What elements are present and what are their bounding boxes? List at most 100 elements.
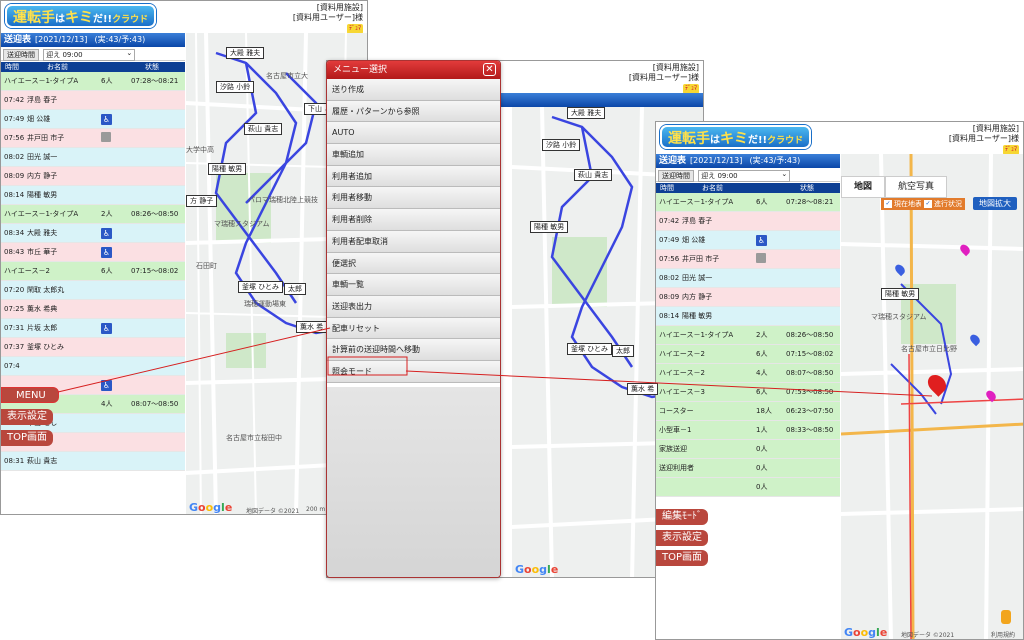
- tab-map[interactable]: 地図: [841, 176, 886, 198]
- table-row[interactable]: 07:42 浮島 春子: [656, 212, 840, 231]
- table-row[interactable]: 送迎利用者 0人: [656, 459, 840, 478]
- map-label-kamatsuka[interactable]: 釜塚 ひとみ: [238, 281, 284, 293]
- user-name: 畑 公雄: [682, 236, 706, 244]
- map-label-oodono[interactable]: 大殿 雅夫: [226, 47, 265, 59]
- current-location-checkbox[interactable]: 現在地表: [881, 198, 925, 210]
- menu-item[interactable]: 便選択: [327, 252, 500, 275]
- table-row[interactable]: 08:09 内方 静子: [656, 288, 840, 307]
- map-zoom-button[interactable]: 地図拡大: [973, 197, 1017, 210]
- display-settings-button[interactable]: 表示設定: [656, 530, 708, 546]
- table-row[interactable]: ハイエース－1-タイプA 2人 08:26〜08:50: [1, 205, 185, 224]
- pickup-time: 08:31: [4, 457, 25, 465]
- table-row[interactable]: 07:37 釜塚 ひとみ: [1, 338, 185, 357]
- table-row[interactable]: 07:4: [1, 357, 185, 376]
- menu-item[interactable]: AUTO: [327, 122, 500, 145]
- menu-item[interactable]: 送り作成: [327, 79, 500, 101]
- menu-item[interactable]: 利用者移動: [327, 187, 500, 210]
- menu-empty-area: [327, 387, 500, 577]
- map-label-shiomi[interactable]: 汐路 小鈴: [542, 139, 581, 151]
- menu-item[interactable]: 利用者配車取消: [327, 230, 500, 253]
- menu-item[interactable]: 車輌追加: [327, 144, 500, 166]
- table-row[interactable]: 07:56 井戸田 市子: [1, 129, 185, 148]
- vehicle-name: ハイエース－2: [659, 369, 705, 377]
- wheelchair-icon: ♿: [101, 322, 112, 334]
- map-label-hagiyama[interactable]: 萩山 貴志: [574, 169, 613, 181]
- table-row[interactable]: 07:31 片坂 太郎 ♿: [1, 319, 185, 338]
- table-row[interactable]: 08:02 田光 誠一: [656, 269, 840, 288]
- table-row[interactable]: 小型車－1 1人 08:33〜08:50: [656, 421, 840, 440]
- menu-item[interactable]: 配車リセット: [327, 317, 500, 340]
- map-label-hiji[interactable]: 陽種 敏男: [530, 221, 569, 233]
- table-row[interactable]: 07:42 浮島 春子: [1, 91, 185, 110]
- table-row[interactable]: 08:43 市丘 華子 ♿: [1, 243, 185, 262]
- menu-item[interactable]: 送迎表出力: [327, 295, 500, 318]
- menu-item[interactable]: 照会モード: [327, 360, 500, 383]
- map-label-hagiyama[interactable]: 萩山 貴志: [244, 123, 283, 135]
- place-label: 名古屋市立日比野: [901, 345, 957, 353]
- map-label-uchikata[interactable]: 方 静子: [186, 195, 218, 207]
- table-row[interactable]: コースター 18人 06:23〜07:50: [656, 402, 840, 421]
- table-row[interactable]: 08:14 陽種 敏男: [1, 186, 185, 205]
- map-label-oodono[interactable]: 大殿 雅夫: [567, 107, 606, 119]
- time-select[interactable]: 迎え 09:00: [43, 48, 136, 61]
- equipment-icon: [101, 132, 111, 142]
- user-name: 陽種 敏男: [682, 312, 713, 320]
- table-row[interactable]: 08:34 大殿 雅夫 ♿: [1, 224, 185, 243]
- table-row[interactable]: 07:49 畑 公雄 ♿: [656, 231, 840, 250]
- time-select[interactable]: 迎え 09:00: [698, 169, 791, 182]
- passenger-count: 6人: [756, 350, 768, 358]
- menu-item[interactable]: 計算前の送迎時間へ移動: [327, 339, 500, 361]
- table-row[interactable]: ハイエース－2 6人 07:15〜08:02: [656, 345, 840, 364]
- table-row[interactable]: ハイエース－1-タイプA 2人 08:26〜08:50: [656, 326, 840, 345]
- table-row[interactable]: 08:09 内方 静子: [1, 167, 185, 186]
- user-name: 萩山 貴志: [27, 457, 58, 465]
- place-label: マ瑞穂スタジアム: [214, 220, 270, 228]
- passenger-count: 2人: [101, 210, 113, 218]
- table-row[interactable]: 07:56 井戸田 市子: [656, 250, 840, 269]
- table-row[interactable]: ハイエース－1-タイプA 6人 07:28〜08:21: [1, 72, 185, 91]
- tab-aerial[interactable]: 航空写真: [885, 176, 948, 198]
- map-label-kunmizu[interactable]: 薫水 希: [627, 383, 659, 395]
- menu-item[interactable]: 車輌一覧: [327, 274, 500, 296]
- top-screen-button[interactable]: TOP画面: [656, 550, 709, 566]
- pickup-time: 07:49: [659, 236, 680, 244]
- top-screen-button[interactable]: TOP画面: [1, 430, 54, 446]
- menu-item[interactable]: 利用者削除: [327, 209, 500, 231]
- user-name: 市丘 華子: [27, 248, 58, 256]
- time-range: 07:15〜08:02: [786, 350, 834, 358]
- table-row[interactable]: 08:31 萩山 貴志: [1, 452, 185, 471]
- menu-item[interactable]: 履歴・パターンから参照: [327, 100, 500, 123]
- table-row[interactable]: 07:49 畑 公雄 ♿: [1, 110, 185, 129]
- table-row[interactable]: ハイエース－2 6人 07:15〜08:02: [1, 262, 185, 281]
- right-map[interactable]: 地図 航空写真 現在地表 進行状況 地図拡大 陽種 敏男 マ瑞穂スタジアム 名古…: [841, 154, 1023, 639]
- table-row[interactable]: ハイエース－1-タイプA 6人 07:28〜08:21: [656, 193, 840, 212]
- table-row[interactable]: 07:25 薫水 希典: [1, 300, 185, 319]
- close-icon[interactable]: ✕: [483, 63, 496, 76]
- map-label-taro[interactable]: 太郎: [284, 283, 306, 295]
- map-terms-link[interactable]: 利用規約: [991, 630, 1015, 639]
- map-label-shiomi[interactable]: 汐路 小鈴: [216, 81, 255, 93]
- table-row[interactable]: 0人: [656, 478, 840, 497]
- menu-button[interactable]: MENU: [1, 387, 59, 403]
- map-label-hiji[interactable]: 陽種 敏男: [208, 163, 247, 175]
- time-range: 07:15〜08:02: [131, 267, 179, 275]
- map-label-hiji[interactable]: 陽種 敏男: [881, 288, 920, 300]
- map-label-kunmizu[interactable]: 薫水 希: [296, 321, 328, 333]
- table-row[interactable]: 家族送迎 0人: [656, 440, 840, 459]
- table-row[interactable]: 07:20 閑取 太郎丸: [1, 281, 185, 300]
- display-settings-button[interactable]: 表示設定: [1, 409, 53, 425]
- menu-item[interactable]: 利用者追加: [327, 165, 500, 188]
- table-row[interactable]: ハイエース－2 4人 08:07〜08:50: [656, 364, 840, 383]
- street-view-pegman-icon[interactable]: [1001, 610, 1011, 624]
- map-label-kamatsuka[interactable]: 釜塚 ひとみ: [567, 343, 613, 355]
- map-label-taro[interactable]: 太郎: [612, 345, 634, 357]
- passenger-count: 18人: [756, 407, 772, 415]
- pickup-time: 07:42: [4, 96, 25, 104]
- pickup-time: 08:02: [4, 153, 25, 161]
- table-row[interactable]: 08:14 陽種 敏男: [656, 307, 840, 326]
- pickup-time: 08:14: [4, 191, 25, 199]
- table-row[interactable]: ハイエース－3 6人 07:53〜08:50: [656, 383, 840, 402]
- progress-checkbox[interactable]: 進行状況: [921, 198, 965, 210]
- edit-mode-button[interactable]: 編集ﾓｰﾄﾞ: [656, 509, 708, 525]
- table-row[interactable]: 08:02 田光 誠一: [1, 148, 185, 167]
